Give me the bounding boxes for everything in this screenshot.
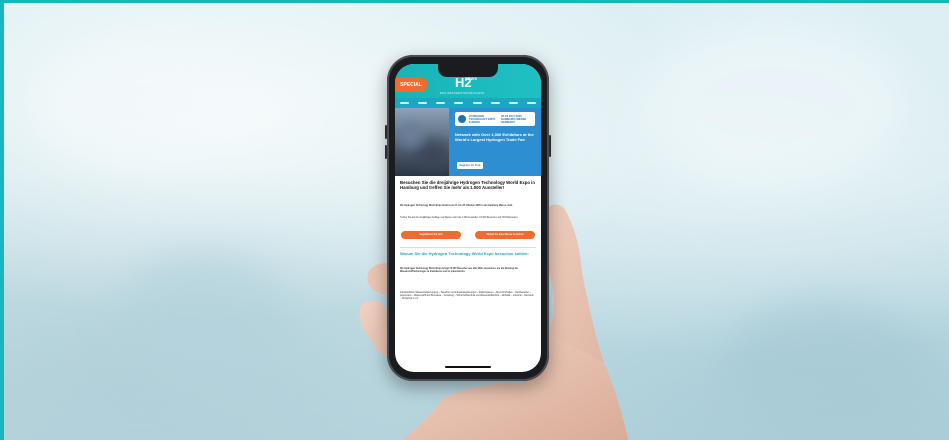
paragraph: Die Hydrogen Technology World Expo finde… (400, 205, 513, 207)
smartphone: SPECIAL H2 NEWS DAS WASSERSTOFFMAGAZIN H… (385, 55, 551, 381)
sponsor-logo (454, 101, 464, 105)
sponsor-logo (417, 101, 427, 105)
why-visit-button[interactable]: Warum Sie diese Messe besuchen (475, 231, 535, 239)
event-banner[interactable]: HYDROGEN TECHNOLOGY EXPO EUROPE 22-23 OC… (395, 108, 541, 176)
phone-screen: SPECIAL H2 NEWS DAS WASSERSTOFFMAGAZIN H… (395, 64, 541, 372)
volume-button (385, 145, 387, 159)
email-headline: Besuchen Sie die dreijährige Hydrogen Te… (400, 180, 535, 191)
paragraph: Die Hydrogen Technology World Expo bring… (400, 268, 519, 273)
volume-button (385, 125, 387, 139)
special-badge: SPECIAL (395, 77, 427, 92)
sponsor-strip (395, 98, 541, 108)
expo-logo: HYDROGEN TECHNOLOGY EXPO EUROPE 22-23 OC… (455, 112, 535, 126)
register-free-button[interactable]: Register for Free (457, 162, 483, 169)
sponsor-logo (436, 101, 446, 105)
section-heading: Warum Sie die Hydrogen Technology World … (400, 251, 529, 256)
expo-date: 22-23 OCT 2025 HAMBURG MESSE GERMANY (501, 114, 527, 125)
phone-notch (438, 64, 498, 77)
sponsor-logo (490, 101, 500, 105)
expo-crowd-photo (395, 108, 449, 176)
banner-text: Network with Over 1,000 Exhibitors at th… (455, 132, 534, 142)
sponsor-logo (472, 101, 482, 105)
tagline: DAS WASSERSTOFFMAGAZIN (440, 92, 485, 95)
home-indicator (445, 366, 491, 368)
expo-logo-icon (458, 115, 466, 123)
paragraph: Industrieführer Wasserstofferzeugung – S… (400, 292, 534, 300)
paragraph: Treffen Sie auf der dreijährigen Auflage… (400, 217, 519, 219)
sponsor-logo (527, 101, 537, 105)
power-button (549, 135, 551, 157)
register-button[interactable]: Registrieren Sie sich (401, 231, 461, 239)
divider (400, 247, 536, 248)
image-frame: SPECIAL H2 NEWS DAS WASSERSTOFFMAGAZIN H… (0, 0, 949, 440)
expo-logo-text: HYDROGEN TECHNOLOGY EXPO EUROPE (469, 115, 496, 124)
sponsor-logo (399, 101, 409, 105)
sponsor-logo (509, 101, 519, 105)
